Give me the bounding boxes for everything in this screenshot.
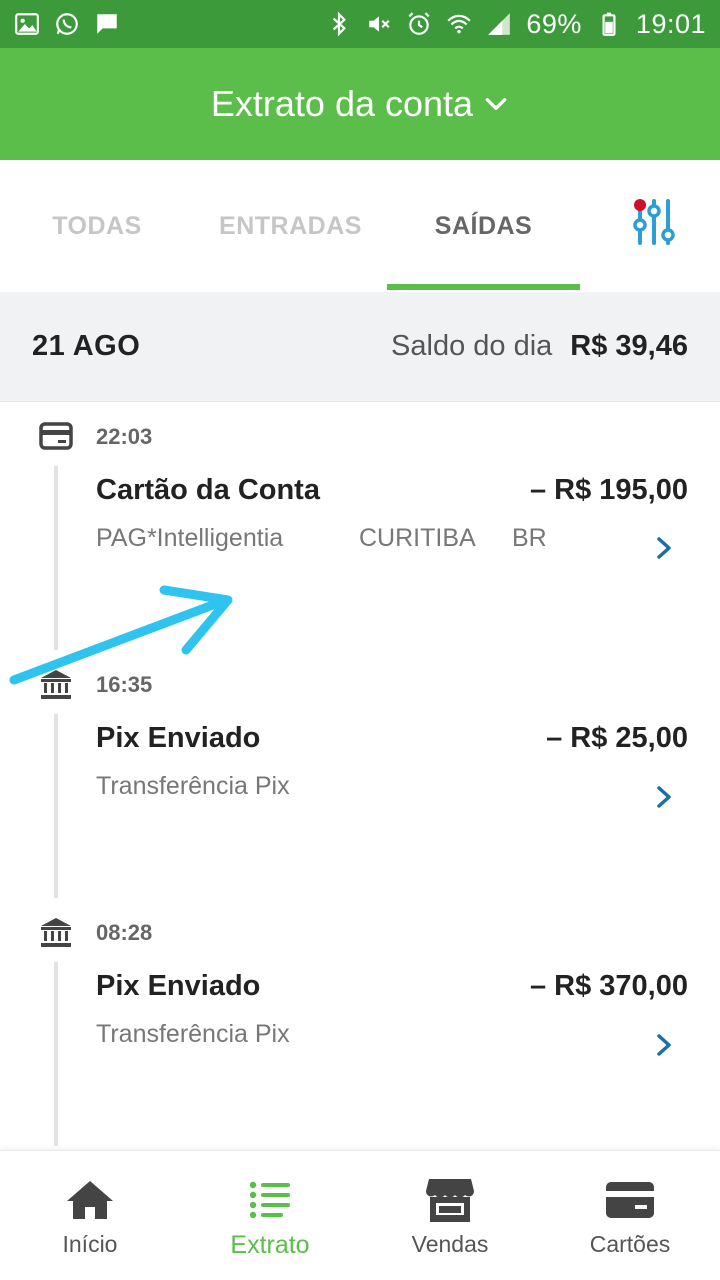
transaction-title: Pix Enviado [96, 970, 261, 1002]
transaction-description: Transferência Pix [96, 772, 290, 800]
nav-cartoes[interactable]: Cartões [540, 1151, 720, 1280]
status-bar: 69% 19:01 [0, 0, 720, 48]
mute-icon [366, 11, 392, 37]
tab-entradas[interactable]: ENTRADAS [194, 160, 387, 292]
nav-vendas[interactable]: Vendas [360, 1151, 540, 1280]
nav-label: Início [62, 1231, 118, 1257]
account-statement-selector[interactable]: Extrato da conta [211, 83, 509, 125]
card-icon [38, 418, 74, 454]
nav-inicio[interactable]: Início [0, 1151, 180, 1280]
list-icon [243, 1177, 297, 1223]
transaction-amount: – R$ 370,00 [529, 970, 688, 1002]
chevron-down-icon [485, 98, 507, 110]
timeline-line [54, 962, 58, 1146]
transaction-title: Pix Enviado [96, 722, 261, 754]
filter-button[interactable] [626, 196, 682, 248]
nav-extrato[interactable]: Extrato [180, 1151, 360, 1280]
transaction-amount: – R$ 25,00 [546, 722, 688, 754]
active-tab-indicator [387, 284, 580, 290]
tab-saidas[interactable]: SAÍDAS [387, 160, 580, 292]
bank-icon [38, 914, 74, 950]
merchant-city: CURITIBA [359, 524, 476, 552]
battery-icon [596, 11, 622, 37]
image-icon [14, 11, 40, 37]
tab-bar: TODAS ENTRADAS SAÍDAS [0, 160, 720, 292]
home-icon [63, 1177, 117, 1223]
page-title: Extrato da conta [210, 83, 474, 124]
chevron-right-icon[interactable] [650, 781, 678, 813]
chat-icon [94, 11, 120, 37]
nav-label: Vendas [411, 1231, 489, 1257]
nav-label: Cartões [589, 1231, 671, 1257]
wifi-icon [446, 11, 472, 37]
merchant-country: BR [512, 524, 547, 552]
whatsapp-icon [54, 11, 80, 37]
day-balance: Saldo do dia R$ 39,46 [391, 330, 688, 363]
signal-icon [486, 11, 512, 37]
day-header: 21 AGO Saldo do dia R$ 39,46 [0, 292, 720, 402]
transaction-details: Transferência Pix [96, 772, 290, 801]
clock: 19:01 [635, 8, 706, 39]
battery-percentage: 69% [526, 8, 582, 39]
alarm-icon [406, 11, 432, 37]
tab-todas[interactable]: TODAS [0, 160, 194, 292]
transaction-title: Cartão da Conta [96, 474, 320, 506]
timeline-line [54, 714, 58, 898]
transaction-details: Transferência Pix [96, 1020, 290, 1049]
nav-label: Extrato [230, 1231, 310, 1259]
status-right-icons: 69% 19:01 [326, 9, 706, 40]
bluetooth-icon [326, 11, 352, 37]
day-date: 21 AGO [32, 330, 141, 362]
status-left-icons [14, 11, 120, 37]
transaction-description: Transferência Pix [96, 1020, 290, 1048]
app-bar: Extrato da conta [0, 48, 720, 160]
transaction-time: 22:03 [96, 424, 153, 449]
chevron-right-icon[interactable] [650, 1029, 678, 1061]
annotation-arrow-icon [9, 585, 233, 685]
transaction-amount: – R$ 195,00 [529, 474, 688, 506]
transaction-details: PAG*Intelligentia CURITIBA BR [96, 524, 547, 553]
day-balance-label: Saldo do dia [391, 330, 553, 362]
day-balance-value: R$ 39,46 [570, 330, 688, 362]
card-icon [603, 1177, 657, 1223]
transaction-time: 08:28 [96, 920, 153, 945]
bottom-navigation: Início Extrato Vendas Cartões [0, 1150, 720, 1280]
chevron-right-icon[interactable] [650, 532, 678, 564]
merchant-name: PAG*Intelligentia [96, 524, 284, 552]
store-icon [423, 1177, 477, 1223]
sliders-icon [633, 199, 675, 245]
